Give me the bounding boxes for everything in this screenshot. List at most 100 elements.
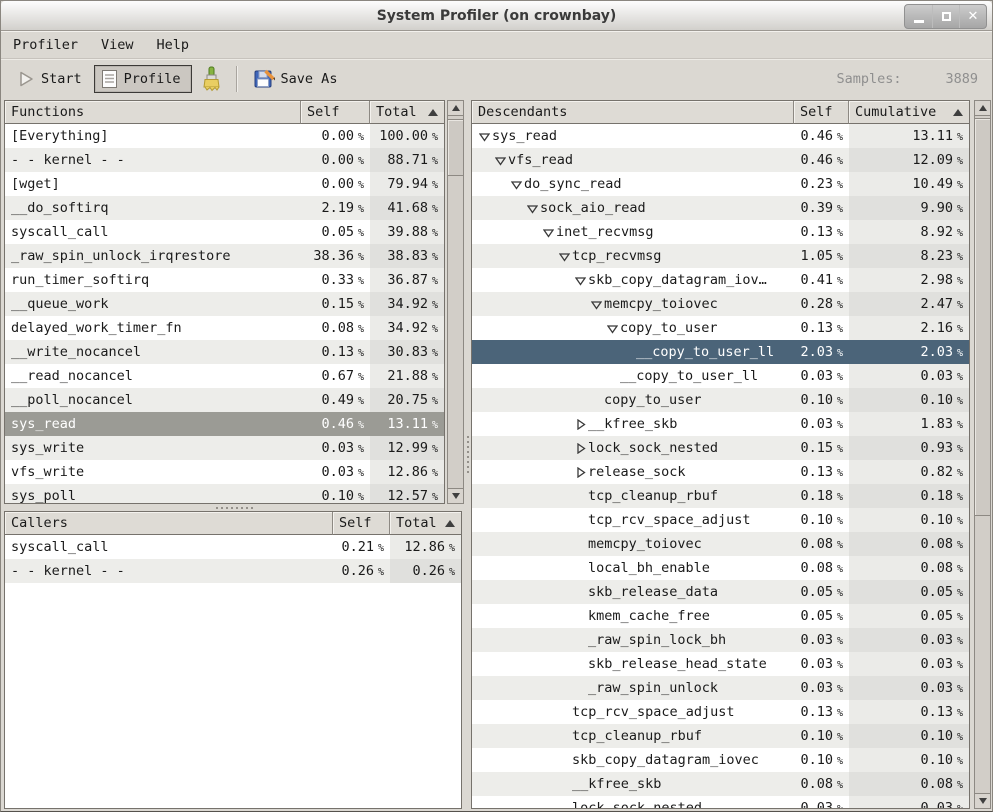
tree-expander[interactable]	[540, 227, 556, 238]
descendants-scrollbar[interactable]	[974, 100, 991, 809]
tree-expander[interactable]	[492, 155, 508, 166]
tree-row[interactable]: skb_release_head_state0.03%0.03%	[472, 652, 969, 676]
table-row[interactable]: sys_poll0.10%12.57%	[5, 484, 444, 503]
menu-view[interactable]: View	[99, 35, 136, 55]
titlebar[interactable]: System Profiler (on crownbay) ✕	[1, 1, 992, 31]
tree-row[interactable]: tcp_rcv_space_adjust0.10%0.10%	[472, 508, 969, 532]
tree-expander[interactable]	[572, 443, 588, 454]
expander-closed-icon[interactable]	[575, 467, 586, 478]
table-row[interactable]: __write_nocancel0.13%30.83%	[5, 340, 444, 364]
tree-expander[interactable]	[524, 203, 540, 214]
table-row[interactable]: _raw_spin_unlock_irqrestore38.36%38.83%	[5, 244, 444, 268]
expander-closed-icon[interactable]	[575, 419, 586, 430]
tree-row[interactable]: copy_to_user0.10%0.10%	[472, 388, 969, 412]
table-row[interactable]: __read_nocancel0.67%21.88%	[5, 364, 444, 388]
tree-row[interactable]: __copy_to_user_ll0.03%0.03%	[472, 364, 969, 388]
minimize-button[interactable]	[905, 5, 932, 28]
close-button[interactable]: ✕	[959, 5, 986, 28]
functions-scrollbar[interactable]	[447, 100, 464, 504]
table-row[interactable]: - - kernel - -0.26%0.26%	[5, 559, 461, 583]
column-header-total[interactable]: Total	[390, 512, 461, 535]
tree-row[interactable]: lock_sock_nested0.03%0.03%	[472, 796, 969, 808]
tree-row[interactable]: tcp_cleanup_rbuf0.10%0.10%	[472, 724, 969, 748]
tree-row[interactable]: sys_read0.46%13.11%	[472, 124, 969, 148]
tree-expander[interactable]	[572, 467, 588, 478]
column-header-descendants[interactable]: Descendants	[472, 101, 794, 124]
tree-expander[interactable]	[556, 251, 572, 262]
column-header-self[interactable]: Self	[794, 101, 849, 124]
expander-open-icon[interactable]	[543, 227, 554, 238]
tree-expander[interactable]	[508, 179, 524, 190]
scroll-down-button[interactable]	[447, 488, 464, 504]
tree-expander[interactable]	[572, 275, 588, 286]
scrollbar-thumb[interactable]	[974, 118, 991, 516]
scroll-up-button[interactable]	[974, 100, 991, 116]
expander-open-icon[interactable]	[591, 299, 602, 310]
scroll-down-button[interactable]	[974, 793, 991, 809]
tree-row[interactable]: inet_recvmsg0.13%8.92%	[472, 220, 969, 244]
table-row[interactable]: syscall_call0.05%39.88%	[5, 220, 444, 244]
start-button[interactable]: Start	[9, 66, 90, 92]
tree-expander[interactable]	[588, 299, 604, 310]
tree-row[interactable]: kmem_cache_free0.05%0.05%	[472, 604, 969, 628]
menu-profiler[interactable]: Profiler	[11, 35, 80, 55]
tree-row[interactable]: local_bh_enable0.08%0.08%	[472, 556, 969, 580]
table-row[interactable]: [Everything]0.00%100.00%	[5, 124, 444, 148]
tree-row[interactable]: copy_to_user0.13%2.16%	[472, 316, 969, 340]
reset-button[interactable]	[192, 62, 230, 96]
tree-row[interactable]: tcp_recvmsg1.05%8.23%	[472, 244, 969, 268]
tree-row[interactable]: skb_release_data0.05%0.05%	[472, 580, 969, 604]
tree-row[interactable]: __kfree_skb0.03%1.83%	[472, 412, 969, 436]
scrollbar-thumb[interactable]	[447, 119, 464, 176]
tree-row[interactable]: __copy_to_user_ll2.03%2.03%	[472, 340, 969, 364]
scroll-up-button[interactable]	[447, 100, 464, 116]
table-row[interactable]: syscall_call0.21%12.86%	[5, 535, 461, 559]
tree-row[interactable]: __kfree_skb0.08%0.08%	[472, 772, 969, 796]
expander-open-icon[interactable]	[559, 251, 570, 262]
expander-open-icon[interactable]	[575, 275, 586, 286]
table-row[interactable]: - - kernel - -0.00%88.71%	[5, 148, 444, 172]
column-header-self[interactable]: Self	[333, 512, 390, 535]
table-row[interactable]: [wget]0.00%79.94%	[5, 172, 444, 196]
tree-row[interactable]: release_sock0.13%0.82%	[472, 460, 969, 484]
horizontal-splitter[interactable]	[4, 504, 464, 511]
tree-expander[interactable]	[604, 323, 620, 334]
expander-open-icon[interactable]	[607, 323, 618, 334]
tree-row[interactable]: sock_aio_read0.39%9.90%	[472, 196, 969, 220]
column-header-self[interactable]: Self	[301, 101, 370, 124]
expander-open-icon[interactable]	[511, 179, 522, 190]
save-as-button[interactable]: Save As	[246, 64, 346, 93]
menu-help[interactable]: Help	[155, 35, 192, 55]
table-row[interactable]: sys_read0.46%13.11%	[5, 412, 444, 436]
tree-row[interactable]: skb_copy_datagram_iovec0.10%0.10%	[472, 748, 969, 772]
vertical-splitter[interactable]	[464, 100, 471, 809]
tree-row[interactable]: vfs_read0.46%12.09%	[472, 148, 969, 172]
tree-expander[interactable]	[572, 419, 588, 430]
profile-toggle-button[interactable]: Profile	[94, 65, 192, 93]
expander-open-icon[interactable]	[527, 203, 538, 214]
tree-row[interactable]: skb_copy_datagram_iov…0.41%2.98%	[472, 268, 969, 292]
column-header-functions[interactable]: Functions	[5, 101, 301, 124]
table-row[interactable]: sys_write0.03%12.99%	[5, 436, 444, 460]
expander-open-icon[interactable]	[495, 155, 506, 166]
tree-row[interactable]: do_sync_read0.23%10.49%	[472, 172, 969, 196]
tree-row[interactable]: tcp_cleanup_rbuf0.18%0.18%	[472, 484, 969, 508]
table-row[interactable]: __poll_nocancel0.49%20.75%	[5, 388, 444, 412]
table-row[interactable]: __queue_work0.15%34.92%	[5, 292, 444, 316]
table-row[interactable]: vfs_write0.03%12.86%	[5, 460, 444, 484]
tree-row[interactable]: lock_sock_nested0.15%0.93%	[472, 436, 969, 460]
tree-row[interactable]: _raw_spin_lock_bh0.03%0.03%	[472, 628, 969, 652]
tree-row[interactable]: memcpy_toiovec0.08%0.08%	[472, 532, 969, 556]
column-header-callers[interactable]: Callers	[5, 512, 333, 535]
maximize-button[interactable]	[932, 5, 959, 28]
table-row[interactable]: __do_softirq2.19%41.68%	[5, 196, 444, 220]
column-header-cumulative[interactable]: Cumulative	[849, 101, 969, 124]
tree-row[interactable]: _raw_spin_unlock0.03%0.03%	[472, 676, 969, 700]
tree-row[interactable]: tcp_rcv_space_adjust0.13%0.13%	[472, 700, 969, 724]
table-row[interactable]: delayed_work_timer_fn0.08%34.92%	[5, 316, 444, 340]
tree-row[interactable]: memcpy_toiovec0.28%2.47%	[472, 292, 969, 316]
tree-expander[interactable]	[476, 131, 492, 142]
expander-closed-icon[interactable]	[575, 443, 586, 454]
column-header-total[interactable]: Total	[370, 101, 444, 124]
expander-open-icon[interactable]	[479, 131, 490, 142]
